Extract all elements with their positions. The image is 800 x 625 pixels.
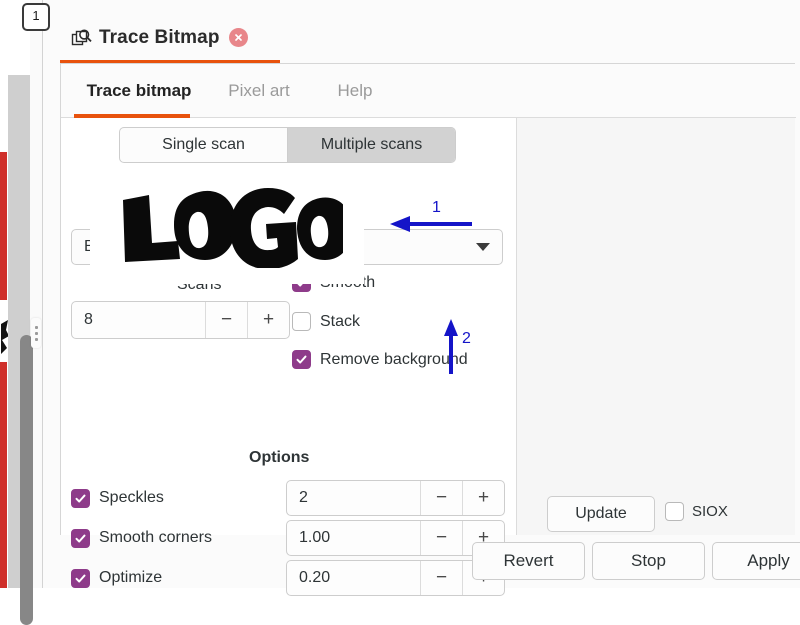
update-button[interactable]: Update bbox=[547, 496, 655, 532]
checkbox-label-siox: SIOX bbox=[692, 503, 728, 520]
trace-bitmap-dialog: Trace Bitmap Trace bitmap Pixel art Help bbox=[42, 0, 800, 596]
update-button-label: Update bbox=[575, 505, 627, 522]
apply-button[interactable]: Apply bbox=[712, 542, 800, 580]
revert-button[interactable]: Revert bbox=[472, 542, 585, 580]
handle-dot bbox=[34, 325, 38, 329]
checkbox-row-speckles[interactable]: Speckles bbox=[71, 488, 286, 508]
scan-mode-segmented-control: Single scan Multiple scans bbox=[119, 127, 456, 163]
scan-mode-multiple-label: Multiple scans bbox=[320, 136, 423, 153]
plus-icon[interactable]: + bbox=[462, 481, 504, 515]
annotation-label-2: 2 bbox=[462, 330, 471, 347]
plus-icon[interactable]: + bbox=[247, 302, 289, 338]
tab-help[interactable]: Help bbox=[314, 64, 396, 118]
tab-label: Trace bitmap bbox=[86, 80, 192, 100]
checkbox-speckles[interactable] bbox=[71, 488, 90, 508]
canvas-edge-strip bbox=[0, 152, 7, 588]
scan-mode-multiple[interactable]: Multiple scans bbox=[287, 128, 455, 162]
speckles-spinner[interactable]: 2 − + bbox=[286, 480, 505, 516]
tab-label: Help bbox=[337, 80, 373, 100]
handle-dot bbox=[34, 337, 38, 341]
dialog-panel: Trace bitmap Pixel art Help Single scan … bbox=[60, 63, 796, 596]
scans-input[interactable]: 8 bbox=[72, 311, 205, 329]
minus-icon[interactable]: − bbox=[420, 481, 462, 515]
annotation-label-1: 1 bbox=[432, 199, 441, 216]
revert-button-label: Revert bbox=[503, 551, 554, 570]
checkbox-remove-background[interactable] bbox=[292, 350, 311, 369]
annotation-arrow-1 bbox=[388, 212, 472, 236]
canvas-vertical-scrollbar[interactable] bbox=[8, 75, 33, 625]
checkbox-row-stack[interactable]: Stack bbox=[292, 312, 360, 331]
logo-artwork bbox=[123, 187, 343, 268]
stop-button-label: Stop bbox=[631, 551, 666, 570]
dialog-titlebar: Trace Bitmap bbox=[43, 14, 783, 61]
scrollbar-thumb[interactable] bbox=[20, 335, 33, 625]
scan-mode-single[interactable]: Single scan bbox=[120, 128, 287, 162]
close-icon[interactable] bbox=[228, 28, 248, 47]
apply-button-label: Apply bbox=[747, 551, 790, 570]
speckles-input[interactable]: 2 bbox=[287, 489, 420, 507]
options-group-title: Options bbox=[249, 449, 310, 466]
trace-preview-image bbox=[90, 167, 364, 284]
handle-dot bbox=[34, 331, 38, 335]
checkbox-row-siox[interactable]: SIOX bbox=[665, 502, 728, 521]
tab-bar: Trace bitmap Pixel art Help bbox=[61, 64, 796, 118]
checkbox-label-speckles: Speckles bbox=[99, 489, 164, 506]
annotation-arrow-2 bbox=[440, 318, 464, 374]
trace-bitmap-icon bbox=[71, 27, 93, 49]
scans-spinner[interactable]: 8 − + bbox=[71, 301, 290, 339]
dialog-title: Trace Bitmap bbox=[99, 26, 220, 48]
dialog-action-bar: Revert Stop Apply bbox=[60, 537, 800, 585]
checkbox-stack[interactable] bbox=[292, 312, 311, 331]
panel-drag-handle[interactable] bbox=[31, 318, 41, 348]
preview-column bbox=[517, 118, 795, 535]
tab-label: Pixel art bbox=[228, 80, 290, 100]
scan-mode-single-label: Single scan bbox=[162, 136, 245, 153]
step-badge: 1 bbox=[22, 3, 50, 31]
checkbox-siox[interactable] bbox=[665, 502, 684, 521]
tab-trace-bitmap[interactable]: Trace bitmap bbox=[74, 64, 204, 118]
stop-button[interactable]: Stop bbox=[592, 542, 705, 580]
tab-pixel-art[interactable]: Pixel art bbox=[204, 64, 314, 118]
minus-icon[interactable]: − bbox=[205, 302, 247, 338]
checkbox-label-stack: Stack bbox=[320, 312, 361, 330]
option-row-speckles: Speckles 2 − + bbox=[71, 480, 505, 516]
chevron-down-icon bbox=[476, 243, 490, 251]
